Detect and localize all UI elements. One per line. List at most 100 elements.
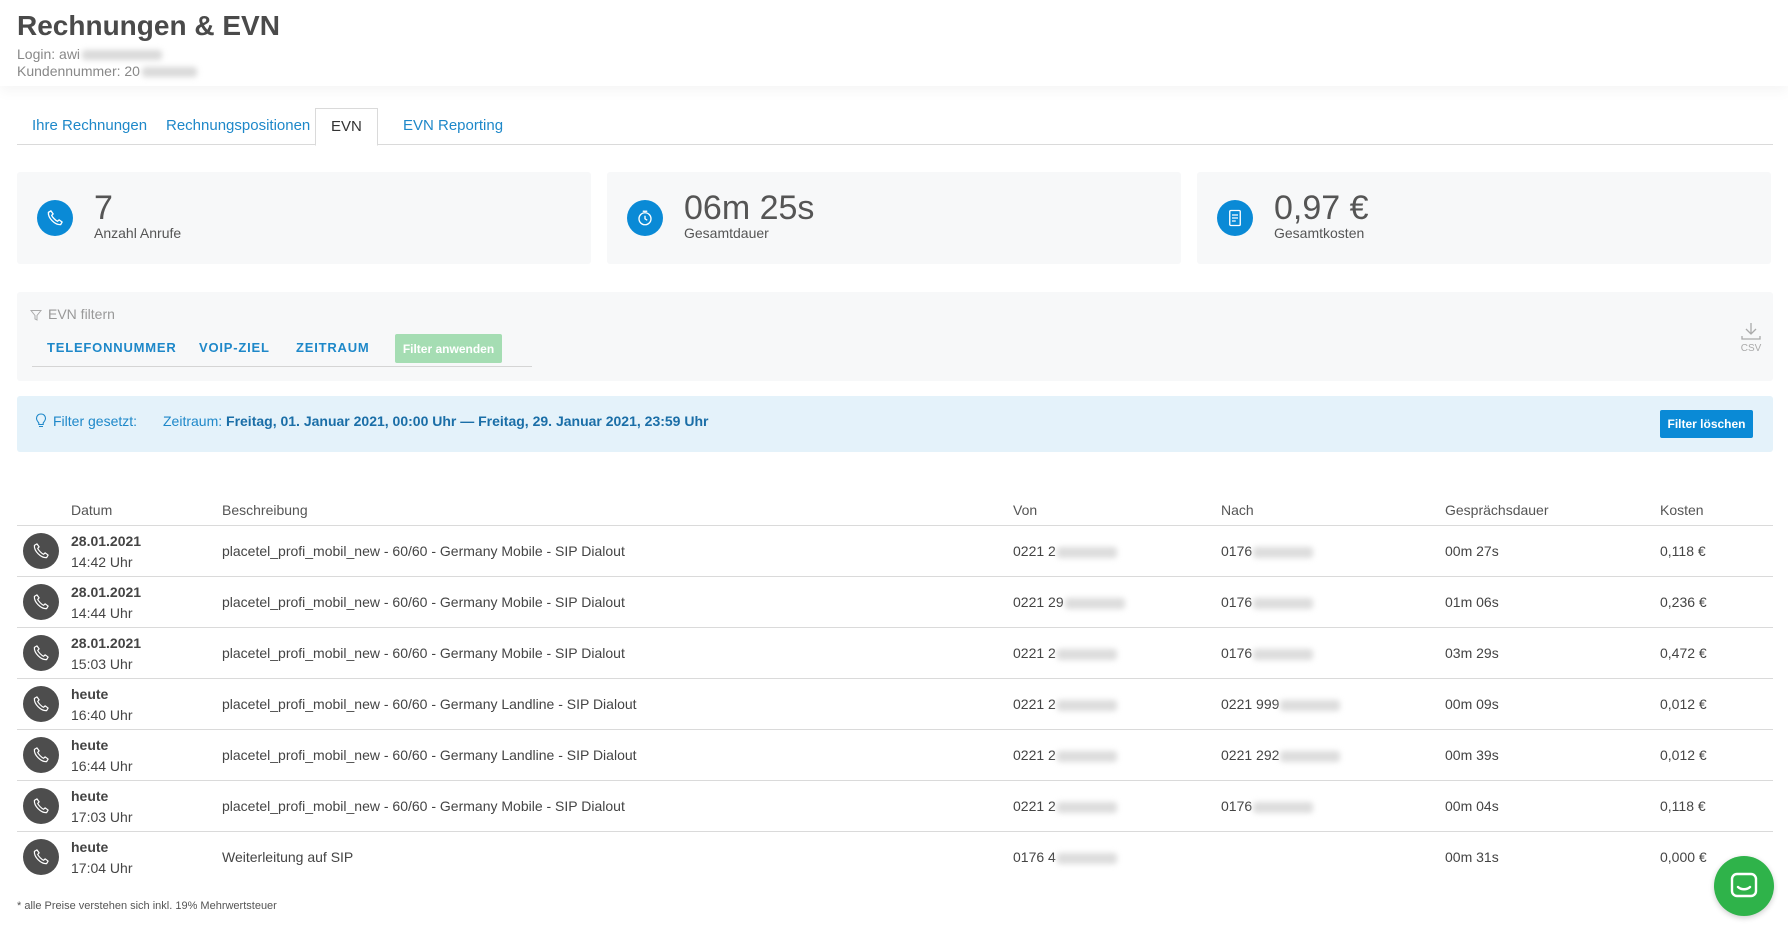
column-header-date[interactable]: Datum — [71, 502, 112, 518]
stat-label-duration: Gesamtdauer — [684, 225, 769, 241]
stat-card-calls: 7 Anzahl Anrufe — [17, 172, 591, 264]
column-header-description[interactable]: Beschreibung — [222, 502, 308, 518]
filter-title-label: EVN filtern — [48, 306, 115, 322]
redacted-number — [1056, 750, 1117, 762]
table-row[interactable]: 28.01.2021 14:42 Uhr placetel_profi_mobil_… — [17, 526, 1773, 577]
call-date: heute — [71, 839, 109, 855]
call-time: 14:42 Uhr — [71, 554, 133, 570]
phone-icon — [37, 200, 73, 236]
table-row[interactable]: heute 17:03 Uhr placetel_profi_mobil_new -… — [17, 781, 1773, 832]
call-time: 17:03 Uhr — [71, 809, 133, 825]
call-from-number: 0221 2 — [1013, 747, 1056, 763]
table-row[interactable]: 28.01.2021 15:03 Uhr placetel_profi_mobil_… — [17, 628, 1773, 679]
call-to-number: 0176 — [1221, 645, 1253, 661]
call-cost: 0,118 € — [1660, 543, 1706, 559]
redacted-number — [1056, 699, 1117, 711]
page-header: Rechnungen & EVN Login: awi Kundennummer… — [0, 0, 1788, 86]
call-duration: 00m 04s — [1445, 798, 1499, 814]
redacted-number — [1056, 801, 1117, 813]
table-row[interactable]: heute 16:40 Uhr placetel_profi_mobil_new -… — [17, 679, 1773, 730]
phone-icon — [23, 839, 59, 875]
tab-invoice-items[interactable]: Rechnungspositionen — [151, 108, 325, 145]
invoice-icon — [1217, 200, 1253, 236]
redacted-number — [1056, 648, 1117, 660]
call-description: placetel_profi_mobil_new - 60/60 - Germa… — [222, 594, 625, 610]
call-description: Weiterleitung auf SIP — [222, 849, 354, 865]
call-duration: 03m 29s — [1445, 645, 1499, 661]
tab-invoices[interactable]: Ihre Rechnungen — [17, 108, 162, 145]
call-from-number: 0221 2 — [1013, 798, 1056, 814]
call-from: 0176 4 — [1013, 849, 1117, 865]
call-to-number: 0176 — [1221, 543, 1253, 559]
call-duration: 00m 27s — [1445, 543, 1499, 559]
call-cost: 0,012 € — [1660, 696, 1707, 712]
call-cost: 0,472 € — [1660, 645, 1707, 661]
call-to: 0176 — [1221, 645, 1314, 661]
call-description: placetel_profi_mobil_new - 60/60 - Germa… — [222, 696, 637, 712]
call-to-number: 0176 — [1221, 594, 1253, 610]
phone-icon — [23, 533, 59, 569]
customer-number-line: Kundennummer: 20 — [17, 63, 197, 79]
csv-download-button[interactable]: CSV — [1739, 322, 1763, 354]
redacted-number — [1253, 546, 1314, 558]
column-header-from[interactable]: Von — [1013, 502, 1037, 518]
call-from-number: 0221 2 — [1013, 696, 1056, 712]
stat-card-duration: 06m 25s Gesamtdauer — [607, 172, 1181, 264]
call-from-number: 0221 2 — [1013, 543, 1056, 559]
call-to-number: 0221 292 — [1221, 747, 1280, 763]
active-filter-value: Zeitraum: Freitag, 01. Januar 2021, 00:0… — [163, 413, 708, 429]
tab-bar: Ihre Rechnungen Rechnungspositionen EVN … — [17, 108, 1773, 146]
call-duration: 00m 39s — [1445, 747, 1499, 763]
redacted-customer-number — [141, 67, 197, 78]
redacted-number — [1280, 699, 1341, 711]
apply-filter-button[interactable]: Filter anwenden — [395, 334, 502, 363]
filter-tab-voip-target[interactable]: VOIP-ZIEL — [199, 340, 270, 355]
stat-value-calls: 7 — [94, 189, 113, 227]
filter-tabs-divider — [32, 366, 532, 367]
call-duration: 01m 06s — [1445, 594, 1499, 610]
redacted-number — [1056, 546, 1117, 558]
chat-button[interactable] — [1714, 856, 1774, 916]
filter-tab-time-range[interactable]: ZEITRAUM — [296, 340, 370, 355]
call-duration: 00m 09s — [1445, 696, 1499, 712]
call-date: heute — [71, 788, 109, 804]
redacted-number — [1253, 648, 1314, 660]
call-cost: 0,012 € — [1660, 747, 1707, 763]
funnel-icon — [29, 310, 43, 321]
column-header-duration[interactable]: Gesprächsdauer — [1445, 502, 1549, 518]
call-from: 0221 2 — [1013, 543, 1117, 559]
download-icon — [1741, 323, 1761, 340]
call-from: 0221 2 — [1013, 645, 1117, 661]
redacted-number — [1253, 801, 1314, 813]
column-header-cost[interactable]: Kosten — [1660, 502, 1704, 518]
table-row[interactable]: 28.01.2021 14:44 Uhr placetel_profi_mobil_… — [17, 577, 1773, 628]
table-header: Datum Beschreibung Von Nach Gesprächsdau… — [17, 496, 1773, 526]
call-duration: 00m 31s — [1445, 849, 1499, 865]
call-to: 0176 — [1221, 543, 1314, 559]
call-time: 17:04 Uhr — [71, 860, 133, 876]
redacted-number — [1253, 597, 1314, 609]
redacted-number — [1056, 852, 1117, 864]
clock-icon — [627, 200, 663, 236]
call-date: 28.01.2021 — [71, 533, 142, 549]
call-from-number: 0176 4 — [1013, 849, 1056, 865]
active-filter-label-text: Filter gesetzt: — [53, 413, 138, 429]
call-to: 0221 999 — [1221, 696, 1341, 712]
phone-icon — [23, 737, 59, 773]
tab-evn[interactable]: EVN — [315, 108, 378, 146]
filter-tab-phone-number[interactable]: TELEFONNUMMER — [47, 340, 177, 355]
call-description: placetel_profi_mobil_new - 60/60 - Germa… — [222, 543, 625, 559]
call-description: placetel_profi_mobil_new - 60/60 - Germa… — [222, 747, 637, 763]
clear-filter-button[interactable]: Filter löschen — [1660, 410, 1753, 438]
tab-evn-reporting[interactable]: EVN Reporting — [388, 108, 518, 145]
table-row[interactable]: heute 16:44 Uhr placetel_profi_mobil_new -… — [17, 730, 1773, 781]
call-to: 0176 — [1221, 594, 1314, 610]
table-row[interactable]: heute 17:04 Uhr Weiterleitung auf SIP 0176 … — [17, 832, 1773, 883]
column-header-to[interactable]: Nach — [1221, 502, 1254, 518]
phone-icon — [23, 788, 59, 824]
evn-table: Datum Beschreibung Von Nach Gesprächsdau… — [17, 496, 1773, 883]
filter-panel: EVN filtern TELEFONNUMMER VOIP-ZIEL ZEIT… — [17, 292, 1773, 381]
call-date: heute — [71, 686, 109, 702]
call-time: 14:44 Uhr — [71, 605, 133, 621]
vat-footnote: * alle Preise verstehen sich inkl. 19% M… — [17, 900, 277, 912]
